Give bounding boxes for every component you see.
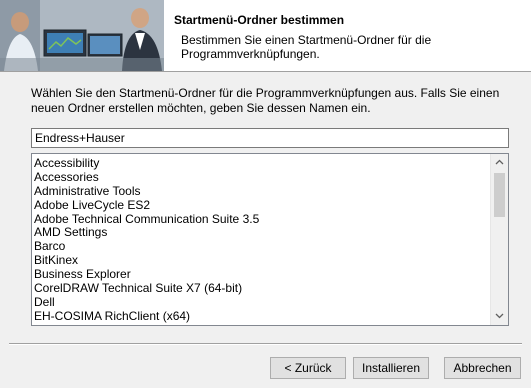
list-item[interactable]: Accessibility xyxy=(34,156,489,170)
scrollbar-thumb[interactable] xyxy=(494,173,505,217)
list-item[interactable]: Adobe Technical Communication Suite 3.5 xyxy=(34,212,489,226)
list-item[interactable]: Business Explorer xyxy=(34,267,489,281)
list-item[interactable]: Barco xyxy=(34,239,489,253)
wizard-header: Startmenü-Ordner bestimmen Bestimmen Sie… xyxy=(0,0,531,72)
install-button[interactable]: Installieren xyxy=(353,357,429,379)
list-item[interactable]: EH-COSIMA RichClient (x64) xyxy=(34,309,489,323)
folder-list-items: Accessibility Accessories Administrative… xyxy=(34,156,489,323)
list-item[interactable]: Administrative Tools xyxy=(34,184,489,198)
header-banner-image xyxy=(0,0,164,71)
list-item[interactable]: Dell xyxy=(34,295,489,309)
list-item[interactable]: BitKinex xyxy=(34,253,489,267)
footer-separator xyxy=(9,343,522,345)
back-button[interactable]: < Zurück xyxy=(270,357,346,379)
list-item[interactable]: CorelDRAW Technical Suite X7 (64-bit) xyxy=(34,281,489,295)
folder-list[interactable]: Accessibility Accessories Administrative… xyxy=(31,153,509,326)
chevron-up-icon[interactable] xyxy=(491,154,508,171)
instruction-text: Wählen Sie den Startmenü-Ordner für die … xyxy=(31,86,500,115)
page-subtitle: Bestimmen Sie einen Startmenü-Ordner für… xyxy=(181,33,432,61)
list-item[interactable]: Adobe LiveCycle ES2 xyxy=(34,198,489,212)
chevron-down-icon[interactable] xyxy=(491,308,508,325)
list-item[interactable]: Accessories xyxy=(34,170,489,184)
cancel-button[interactable]: Abbrechen xyxy=(444,357,521,379)
list-item[interactable]: AMD Settings xyxy=(34,225,489,240)
page-title: Startmenü-Ordner bestimmen xyxy=(174,13,345,27)
vertical-scrollbar[interactable] xyxy=(490,154,508,325)
start-menu-folder-input[interactable] xyxy=(31,128,509,148)
